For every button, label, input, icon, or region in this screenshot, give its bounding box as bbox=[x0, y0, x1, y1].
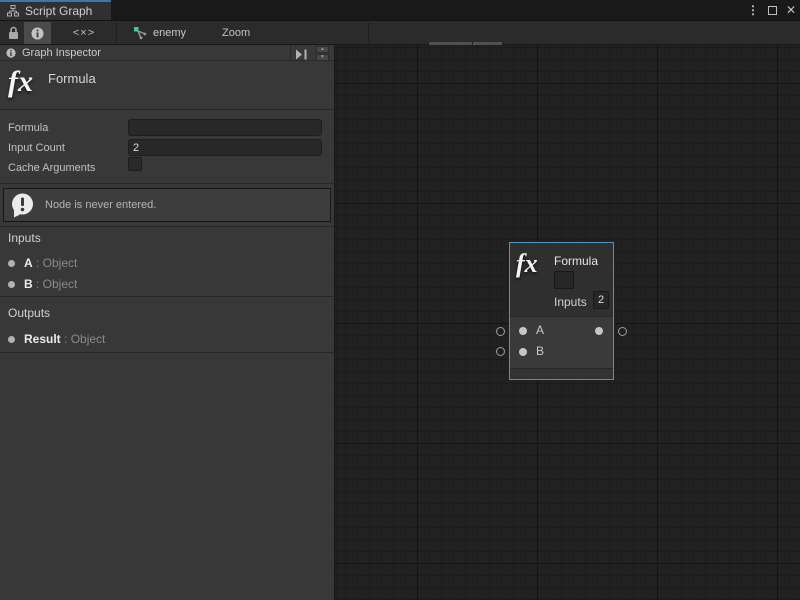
warning-icon bbox=[11, 193, 34, 218]
graph-asset-icon bbox=[134, 27, 147, 40]
scroll-up-button[interactable]: ▲ bbox=[316, 46, 329, 53]
port-type: : Object bbox=[33, 256, 78, 270]
section-divider bbox=[0, 226, 334, 227]
output-port-result-dot[interactable] bbox=[595, 327, 603, 335]
graph-inspector-header: Graph Inspector bbox=[0, 45, 334, 61]
window-maximize-icon[interactable] bbox=[768, 6, 777, 15]
port-bullet-icon bbox=[8, 336, 15, 343]
unit-options: Formula Input Count Cache Arguments bbox=[0, 111, 334, 184]
section-divider bbox=[0, 352, 334, 353]
code-preview-button[interactable]: <×> bbox=[64, 22, 104, 44]
node-formula-input[interactable] bbox=[554, 271, 574, 289]
input-count-input[interactable] bbox=[128, 139, 322, 156]
cache-arguments-checkbox[interactable] bbox=[128, 157, 142, 171]
visual-scripting-window: Script Graph ⋮ ✕ <×> bbox=[0, 0, 800, 600]
formula-input[interactable] bbox=[128, 119, 322, 136]
fx-icon: fx bbox=[516, 249, 538, 279]
zoom-label: Zoom bbox=[222, 21, 250, 45]
inspector-toggle-button[interactable] bbox=[24, 22, 51, 44]
lock-icon bbox=[8, 26, 19, 40]
cache-arguments-label: Cache Arguments bbox=[8, 162, 95, 174]
port-type: : Object bbox=[33, 277, 78, 291]
formula-node-header[interactable]: fx Formula Inputs 2 bbox=[510, 243, 613, 316]
graph-inspector-panel: Graph Inspector ▲ ▼ fx Formula Formula I… bbox=[0, 45, 335, 600]
external-socket-b[interactable] bbox=[496, 347, 505, 356]
input-port-row: A : Object bbox=[8, 254, 77, 272]
output-port-row: Result : Object bbox=[8, 330, 105, 348]
port-name: A bbox=[24, 256, 33, 270]
window-close-icon[interactable]: ✕ bbox=[786, 4, 796, 16]
toolbar-separator bbox=[368, 22, 369, 45]
input-port-row: B : Object bbox=[8, 275, 77, 293]
dock-icon bbox=[295, 49, 308, 60]
script-graph-icon bbox=[7, 5, 19, 17]
outputs-section-header: Outputs bbox=[8, 306, 50, 320]
formula-node[interactable]: fx Formula Inputs 2 A B bbox=[509, 242, 614, 380]
graph-inspector-title: Graph Inspector bbox=[22, 47, 101, 59]
tab-label: Script Graph bbox=[25, 4, 92, 18]
window-controls: ⋮ ✕ bbox=[747, 0, 796, 20]
toolbar-separator bbox=[116, 22, 117, 45]
unit-header: fx Formula bbox=[0, 62, 334, 110]
scroll-down-button[interactable]: ▼ bbox=[316, 54, 329, 61]
dock-panel-button[interactable] bbox=[295, 47, 309, 59]
tab-script-graph[interactable]: Script Graph bbox=[0, 0, 111, 20]
node-title: Formula bbox=[554, 254, 598, 268]
header-separator bbox=[290, 45, 291, 61]
graph-name-label: enemy bbox=[153, 27, 186, 39]
port-name: Result bbox=[24, 332, 61, 346]
fx-icon: fx bbox=[8, 65, 33, 99]
unit-title: Formula bbox=[48, 71, 96, 86]
graph-toolbar: <×> enemy Zoom 1x Relations Values Dim C… bbox=[0, 20, 800, 45]
graph-reference[interactable]: enemy bbox=[134, 21, 186, 45]
external-socket-result[interactable] bbox=[618, 327, 627, 336]
warning-box: Node is never entered. bbox=[3, 188, 331, 222]
port-bullet-icon bbox=[8, 281, 15, 288]
port-type: : Object bbox=[61, 332, 106, 346]
inputs-section-header: Inputs bbox=[8, 231, 41, 245]
panel-scroll-buttons: ▲ ▼ bbox=[316, 46, 329, 61]
node-inputs-count-input[interactable]: 2 bbox=[593, 291, 609, 309]
node-footer bbox=[510, 368, 613, 378]
info-icon bbox=[31, 27, 44, 40]
input-port-a-label: A bbox=[536, 323, 544, 337]
node-ports-section: A B bbox=[510, 316, 613, 368]
input-count-field-label: Input Count bbox=[8, 142, 65, 154]
lock-button[interactable] bbox=[2, 22, 24, 44]
info-icon bbox=[6, 48, 16, 58]
input-port-b-dot[interactable] bbox=[519, 348, 527, 356]
formula-field-label: Formula bbox=[8, 122, 48, 134]
external-socket-a[interactable] bbox=[496, 327, 505, 336]
port-name: B bbox=[24, 277, 33, 291]
node-inputs-label: Inputs bbox=[554, 295, 587, 309]
input-port-b-label: B bbox=[536, 344, 544, 358]
window-menu-icon[interactable]: ⋮ bbox=[747, 4, 759, 16]
warning-text: Node is never entered. bbox=[45, 199, 156, 211]
input-port-a-dot[interactable] bbox=[519, 327, 527, 335]
port-bullet-icon bbox=[8, 260, 15, 267]
tab-bar: Script Graph ⋮ ✕ bbox=[0, 0, 800, 20]
section-divider bbox=[0, 296, 334, 297]
